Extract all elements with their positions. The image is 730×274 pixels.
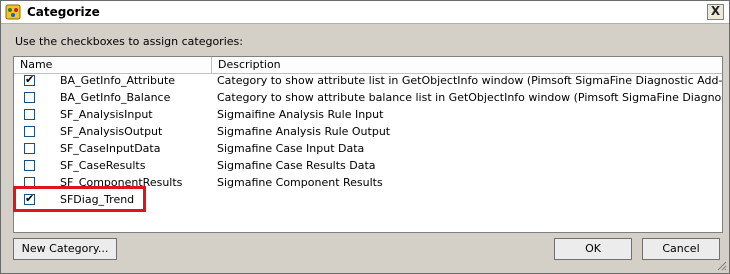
category-checkbox[interactable] xyxy=(24,160,35,171)
column-header-description[interactable]: Description xyxy=(212,57,722,73)
category-description: Sigmafine Case Results Data xyxy=(217,159,376,172)
category-row[interactable]: SF_AnalysisOutput Sigmafine Analysis Rule… xyxy=(14,124,722,141)
category-description: Sigmaifine Analysis Rule Input xyxy=(217,108,384,121)
column-header-name[interactable]: Name xyxy=(14,57,212,73)
category-row[interactable]: ✔ BA_GetInfo_Attribute Category to show at… xyxy=(14,73,722,90)
new-category-button[interactable]: New Category... xyxy=(13,238,117,260)
category-description: Category to show attribute balance list … xyxy=(217,91,723,104)
category-description: Category to show attribute list in GetOb… xyxy=(217,74,723,87)
resize-grip-icon[interactable] xyxy=(715,259,727,271)
category-row[interactable]: BA_GetInfo_Balance Category to show attri… xyxy=(14,90,722,107)
app-icon xyxy=(5,4,21,20)
category-name: SF_CaseInputData xyxy=(60,142,161,155)
category-description: Sigmafine Component Results xyxy=(217,176,383,189)
category-description: Sigmafine Case Input Data xyxy=(217,142,365,155)
title-bar: Categorize X xyxy=(1,1,729,24)
categorize-dialog: Categorize X Use the checkboxes to assig… xyxy=(0,0,730,274)
category-description: Sigmafine Analysis Rule Output xyxy=(217,125,391,138)
category-checkbox[interactable] xyxy=(24,126,35,137)
category-row[interactable]: SF_CaseResults Sigmafine Case Results Dat… xyxy=(14,158,722,175)
category-name: BA_GetInfo_Balance xyxy=(60,91,171,104)
category-checkbox[interactable] xyxy=(24,92,35,103)
checkmark-icon: ✔ xyxy=(25,73,35,86)
highlight-box xyxy=(13,186,146,212)
category-name: SF_AnalysisOutput xyxy=(60,125,163,138)
ok-button[interactable]: OK xyxy=(554,238,632,260)
category-name: BA_GetInfo_Attribute xyxy=(60,74,176,87)
category-checkbox[interactable]: ✔ xyxy=(24,73,35,86)
category-checkbox[interactable] xyxy=(24,143,35,154)
category-name: SF_AnalysisInput xyxy=(60,108,153,121)
category-checkbox[interactable] xyxy=(24,109,35,120)
cancel-button[interactable]: Cancel xyxy=(642,238,720,260)
column-header-row: Name Description xyxy=(14,57,722,74)
category-row[interactable]: SF_CaseInputData Sigmafine Case Input Dat… xyxy=(14,141,722,158)
instructions-label: Use the checkboxes to assign categories: xyxy=(15,35,243,48)
close-icon[interactable]: X xyxy=(707,4,724,20)
category-row[interactable]: SF_AnalysisInput Sigmaifine Analysis Rule… xyxy=(14,107,722,124)
window-title: Categorize xyxy=(27,5,100,19)
category-name: SF_CaseResults xyxy=(60,159,146,172)
